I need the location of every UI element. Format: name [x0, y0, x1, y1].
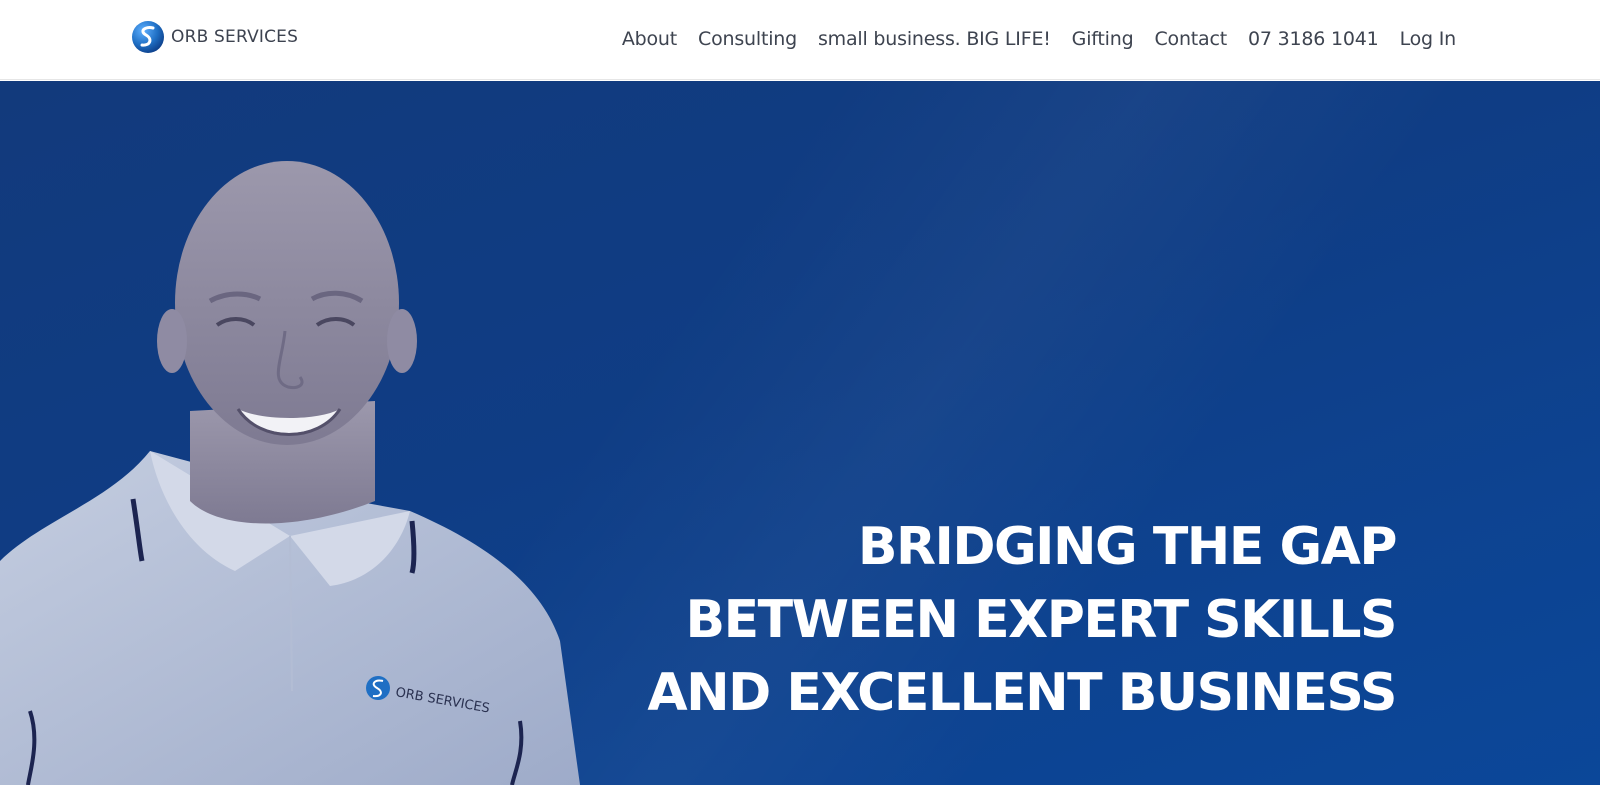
headline-line-2: BETWEEN EXPERT SKILLS [685, 590, 1398, 650]
hero-portrait-image: ORB SERVICES [0, 161, 580, 785]
nav-contact[interactable]: Contact [1154, 28, 1227, 50]
headline-line-3: AND EXCELLENT BUSINESS [647, 663, 1397, 723]
nav-gifting[interactable]: Gifting [1072, 28, 1134, 50]
brand-name: ORB SERVICES [171, 27, 299, 47]
headline-line-1: BRIDGING THE GAP [857, 517, 1398, 577]
main-nav: About Consulting small business. BIG LIF… [622, 24, 1456, 54]
site-header: ORB SERVICES About Consulting small busi… [0, 0, 1600, 80]
nav-about[interactable]: About [622, 28, 677, 50]
nav-phone[interactable]: 07 3186 1041 [1248, 28, 1379, 50]
nav-login[interactable]: Log In [1400, 28, 1457, 50]
orb-s-logo-icon [132, 21, 164, 53]
nav-consulting[interactable]: Consulting [698, 28, 797, 50]
nav-small-business[interactable]: small business. BIG LIFE! [818, 28, 1051, 50]
hero-headline: BRIDGING THE GAP BETWEEN EXPERT SKILLS A… [636, 511, 1398, 730]
brand-logo-link[interactable]: ORB SERVICES [131, 20, 298, 54]
hero-section: ORB SERVICES BRIDGING THE GAP BETWEEN EX… [0, 81, 1600, 785]
